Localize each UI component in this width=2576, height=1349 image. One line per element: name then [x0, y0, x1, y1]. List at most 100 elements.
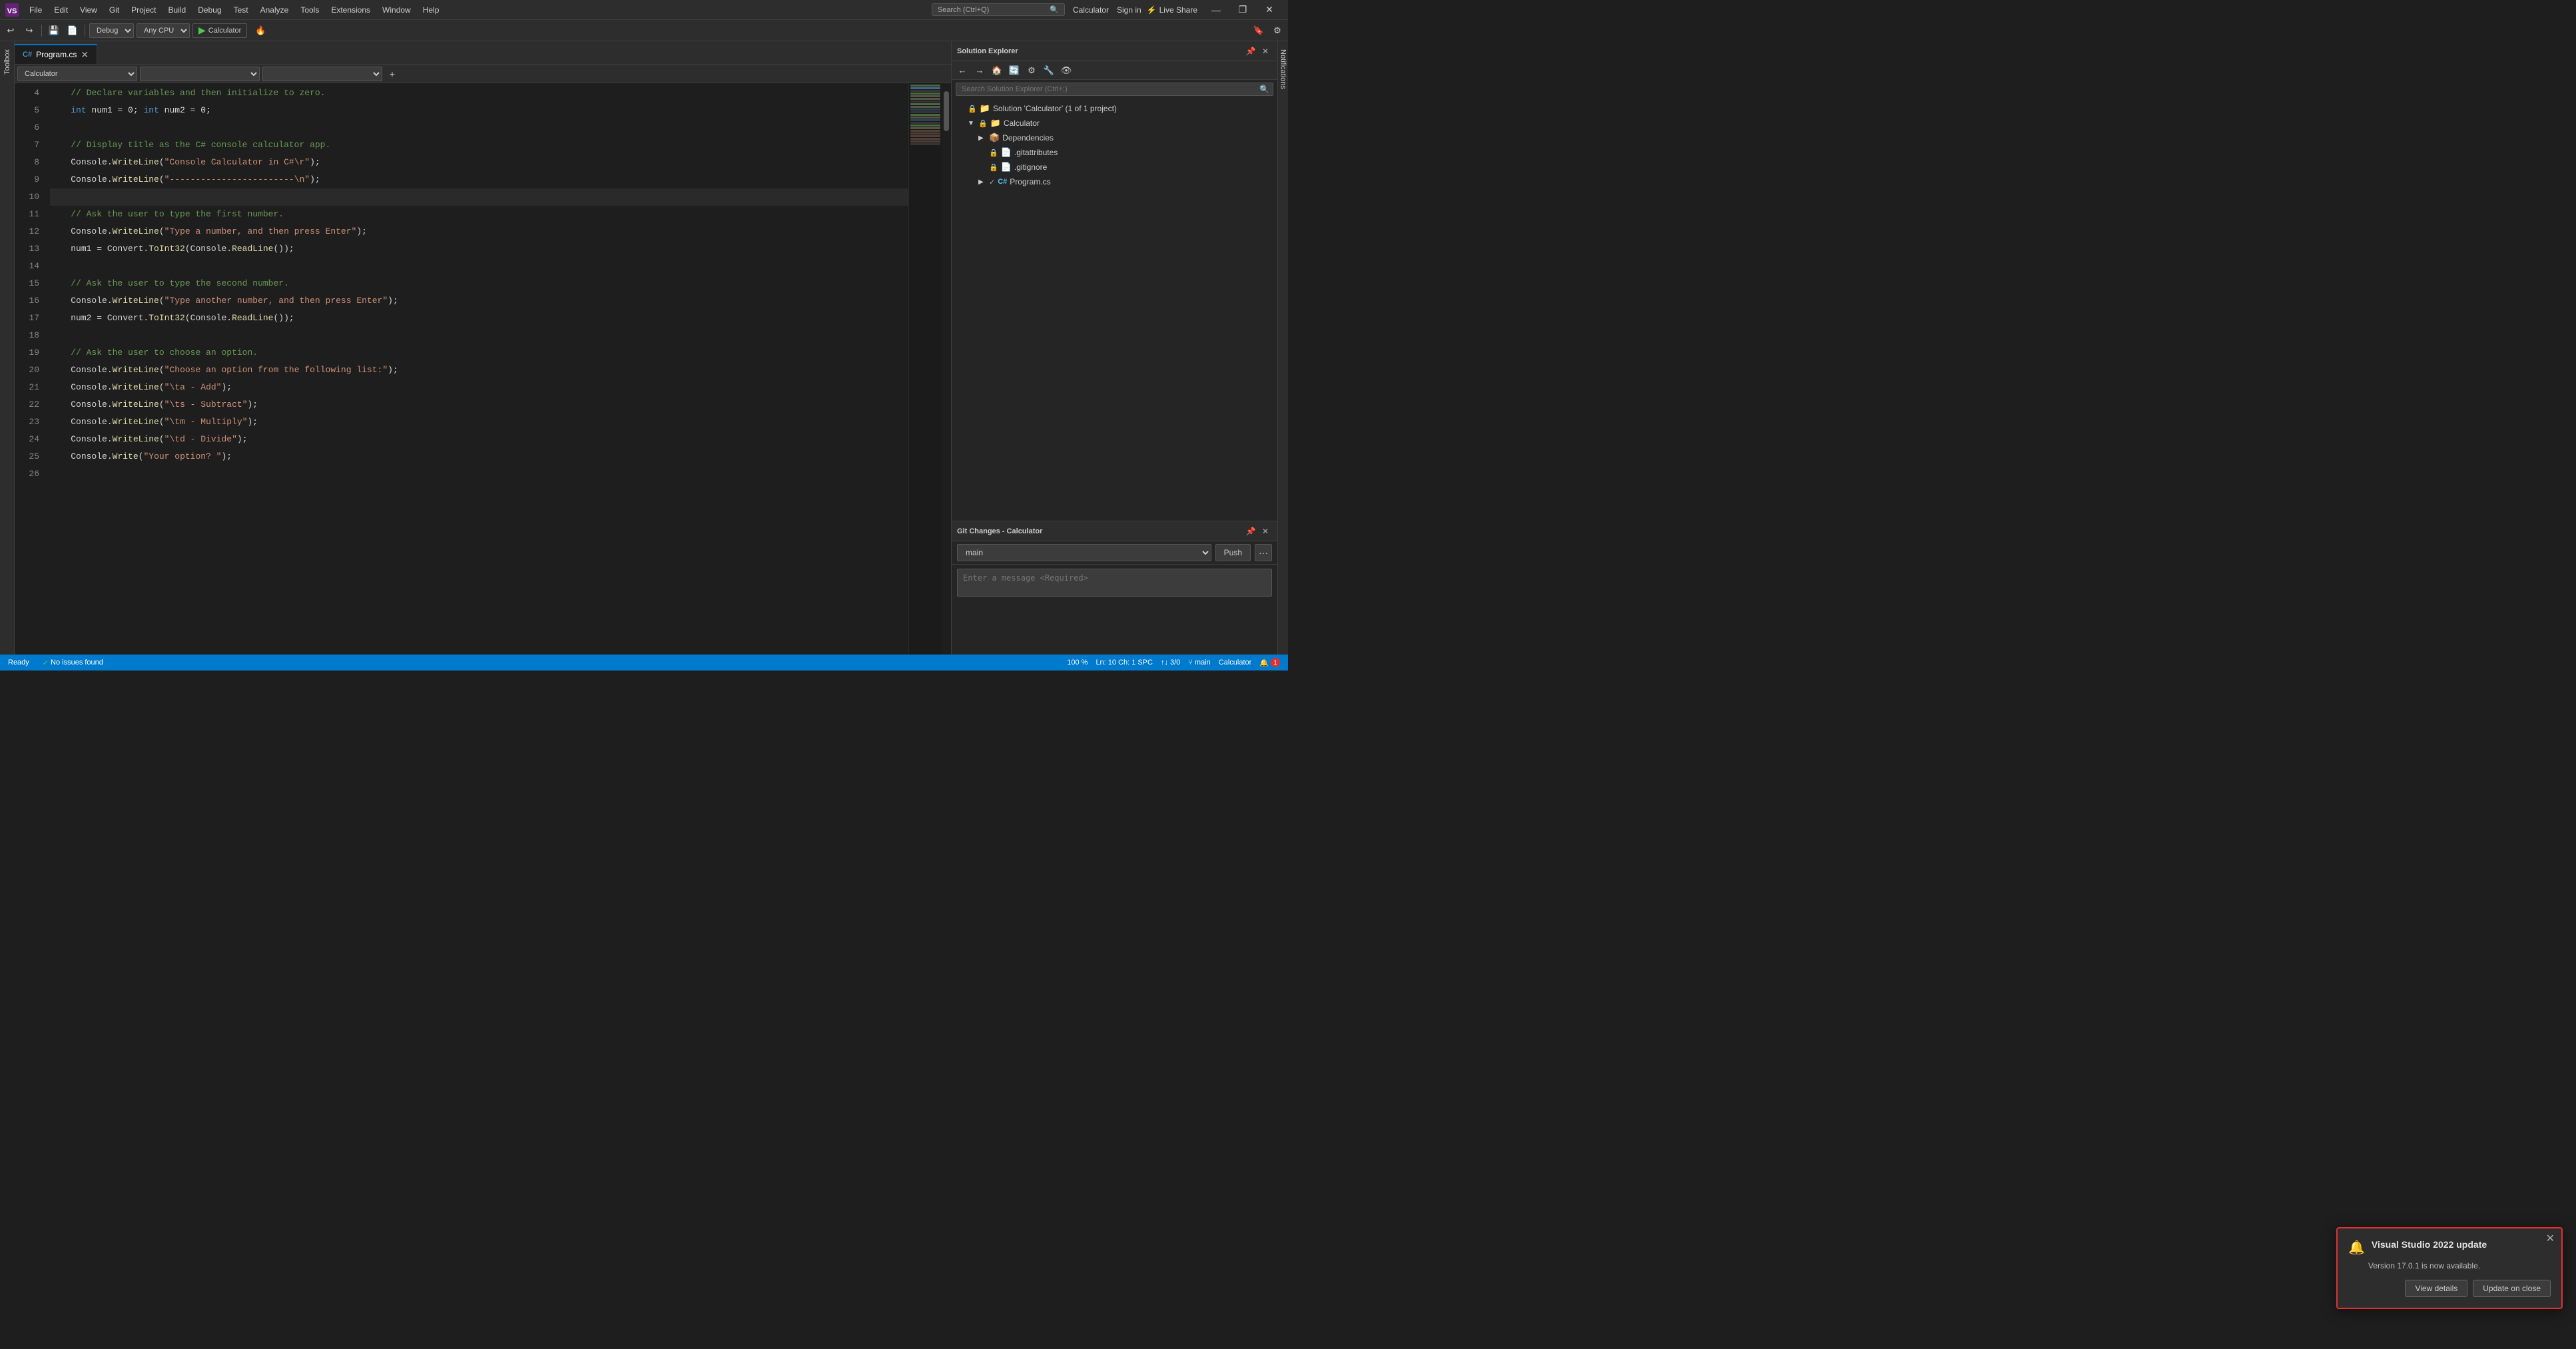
- editor-area: C# Program.cs ✕ Calculator + 4 5: [15, 41, 951, 655]
- code-line-19: // Ask the user to choose an option.: [50, 344, 908, 362]
- se-search[interactable]: 🔍: [956, 83, 1273, 96]
- title-search-box[interactable]: Search (Ctrl+Q) 🔍: [932, 3, 1065, 16]
- menu-debug[interactable]: Debug: [192, 3, 226, 17]
- tree-item-calculator[interactable]: ▼ 🔒 📁 Calculator: [952, 116, 1277, 131]
- se-preview-button[interactable]: 👁: [1058, 63, 1074, 79]
- maximize-button[interactable]: ❐: [1229, 0, 1256, 20]
- menu-help[interactable]: Help: [418, 3, 445, 17]
- menu-project[interactable]: Project: [126, 3, 161, 17]
- new-file-button[interactable]: 📄: [65, 23, 81, 39]
- class-dropdown[interactable]: Calculator: [17, 67, 137, 81]
- se-filter-button[interactable]: ⚙: [1024, 63, 1040, 79]
- save-button[interactable]: 💾: [46, 23, 62, 39]
- issues-text: No issues found: [51, 659, 103, 667]
- toolbox-sidebar: Toolbox: [0, 41, 15, 655]
- status-position[interactable]: Ln: 10 Ch: 1 SPC: [1093, 655, 1155, 671]
- arrow-icon-calc: ▼: [968, 120, 976, 127]
- tree-item-gitignore[interactable]: 🔒 📄 .gitignore: [952, 160, 1277, 174]
- solution-explorer: Solution Explorer 📌 ✕ ← → 🏠 🔄 ⚙ 🔧 👁 🔍: [952, 41, 1277, 521]
- notifications-sidebar: Notifications: [1277, 41, 1288, 655]
- platform-dropdown[interactable]: Any CPU: [137, 23, 190, 38]
- push-button[interactable]: Push: [1215, 544, 1251, 561]
- git-changes-title: Git Changes - Calculator: [957, 527, 1241, 535]
- tree-item-gitattributes[interactable]: 🔒 📄 .gitattributes: [952, 145, 1277, 160]
- vertical-scrollbar[interactable]: [942, 83, 951, 655]
- se-pin-button[interactable]: 📌: [1244, 45, 1257, 58]
- tree-item-solution[interactable]: 🔒 📁 Solution 'Calculator' (1 of 1 projec…: [952, 101, 1277, 116]
- se-forward-button[interactable]: →: [972, 63, 988, 79]
- config-dropdown[interactable]: Debug: [89, 23, 134, 38]
- git-more-button[interactable]: ···: [1255, 544, 1272, 561]
- live-share-icon: ⚡: [1147, 5, 1157, 15]
- notification-bell-icon: 🔔: [2348, 1239, 2365, 1256]
- code-line-24: Console.WriteLine("\td - Divide");: [50, 431, 908, 448]
- ln-text: Ln: 10: [1096, 659, 1116, 667]
- code-line-9: Console.WriteLine("---------------------…: [50, 171, 908, 188]
- menu-edit[interactable]: Edit: [49, 3, 73, 17]
- run-label: Calculator: [208, 27, 242, 35]
- update-on-close-button[interactable]: Update on close: [2473, 1280, 2551, 1297]
- se-search-input[interactable]: [956, 83, 1273, 96]
- git-close-button[interactable]: ✕: [1259, 525, 1272, 538]
- menu-extensions[interactable]: Extensions: [326, 3, 376, 17]
- settings-button[interactable]: ⚙: [1269, 23, 1285, 39]
- code-line-16: Console.WriteLine("Type another number, …: [50, 292, 908, 310]
- view-details-button[interactable]: View details: [2405, 1280, 2467, 1297]
- menu-file[interactable]: File: [24, 3, 47, 17]
- notification-body: Version 17.0.1 is now available.: [2368, 1261, 2551, 1270]
- se-back-button[interactable]: ←: [954, 63, 970, 79]
- redo-button[interactable]: ↪: [21, 23, 37, 39]
- csharp-icon: C#: [998, 178, 1007, 186]
- status-git-changes[interactable]: ↑↓ 3/0: [1158, 655, 1183, 671]
- code-line-15: // Ask the user to type the second numbe…: [50, 275, 908, 292]
- menu-window[interactable]: Window: [377, 3, 416, 17]
- status-ready[interactable]: Ready: [5, 655, 32, 671]
- project-icon: 📁: [990, 118, 1001, 129]
- menu-tools[interactable]: Tools: [295, 3, 324, 17]
- close-button[interactable]: ✕: [1256, 0, 1283, 20]
- tree-item-dependencies[interactable]: ▶ 📦 Dependencies: [952, 131, 1277, 145]
- calculator-label: Calculator: [1004, 119, 1040, 128]
- status-branch[interactable]: ⑂ main: [1185, 655, 1213, 671]
- git-message-input[interactable]: [957, 569, 1272, 597]
- program-cs-tab[interactable]: C# Program.cs ✕: [15, 44, 97, 64]
- code-line-8: Console.WriteLine("Console Calculator in…: [50, 154, 908, 171]
- scroll-thumb[interactable]: [944, 91, 949, 131]
- git-pin-button[interactable]: 📌: [1244, 525, 1257, 538]
- menu-build[interactable]: Build: [163, 3, 192, 17]
- minimize-button[interactable]: —: [1203, 0, 1229, 20]
- git-changes-text: ↑↓ 3/0: [1161, 659, 1180, 667]
- status-notification-bell[interactable]: 🔔 1: [1257, 655, 1283, 671]
- status-project[interactable]: Calculator: [1216, 655, 1255, 671]
- live-share-button[interactable]: ⚡ Live Share: [1147, 5, 1197, 15]
- expand-button[interactable]: +: [385, 67, 400, 81]
- undo-button[interactable]: ↩: [3, 23, 19, 39]
- se-sync-button[interactable]: 🔄: [1006, 63, 1022, 79]
- se-close-button[interactable]: ✕: [1259, 45, 1272, 58]
- menu-git[interactable]: Git: [104, 3, 125, 17]
- sign-in-button[interactable]: Sign in: [1117, 5, 1141, 15]
- menu-analyze[interactable]: Analyze: [255, 3, 294, 17]
- toolbox-label[interactable]: Toolbox: [3, 49, 11, 75]
- checkmark-icon: ✓: [989, 178, 995, 186]
- menu-view[interactable]: View: [75, 3, 103, 17]
- method-dropdown2[interactable]: [262, 67, 382, 81]
- status-issues[interactable]: ✓ No issues found: [40, 655, 106, 671]
- tree-item-programcs[interactable]: ▶ ✓ C# Program.cs: [952, 174, 1277, 189]
- se-wrench-button[interactable]: 🔧: [1041, 63, 1057, 79]
- se-home-button[interactable]: 🏠: [989, 63, 1005, 79]
- bookmark-button[interactable]: 🔖: [1251, 23, 1267, 39]
- code-line-20: Console.WriteLine("Choose an option from…: [50, 362, 908, 379]
- notifications-label[interactable]: Notifications: [1279, 49, 1287, 89]
- git-changes-header: Git Changes - Calculator 📌 ✕: [952, 521, 1277, 541]
- notification-close-button[interactable]: ✕: [2546, 1234, 2555, 1244]
- run-button[interactable]: ▶ Calculator: [192, 23, 247, 38]
- method-dropdown1[interactable]: [140, 67, 260, 81]
- menu-test[interactable]: Test: [228, 3, 254, 17]
- code-line-12: Console.WriteLine("Type a number, and th…: [50, 223, 908, 240]
- tab-close-button[interactable]: ✕: [81, 49, 89, 61]
- hot-reload-button[interactable]: 🔥: [252, 23, 268, 39]
- code-editor[interactable]: 4 5 6 7 8 9 10 11 12 13 14 15 16 17 18 1…: [15, 83, 951, 655]
- status-zoom[interactable]: 100 %: [1064, 655, 1090, 671]
- branch-dropdown[interactable]: main: [957, 544, 1211, 561]
